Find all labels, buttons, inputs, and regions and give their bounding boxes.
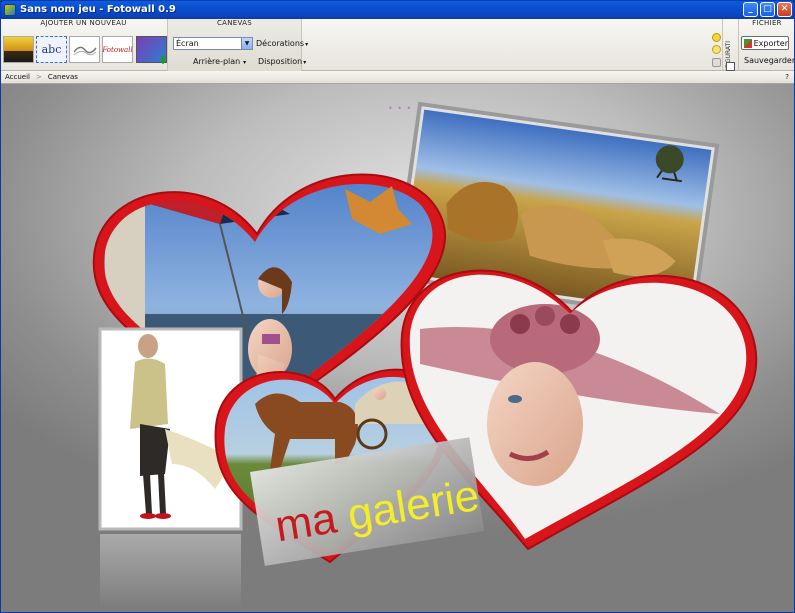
chevron-down-icon[interactable]: ▼ bbox=[241, 38, 252, 49]
file-group-title: FICHIER bbox=[752, 19, 782, 27]
title-bar: Sans nom jeu - Fotowall 0.9 _ □ ✕ bbox=[0, 0, 795, 19]
breadcrumb-canvas[interactable]: Canevas bbox=[48, 71, 78, 83]
view-mode-value: Écran bbox=[176, 39, 199, 48]
view-mode-select[interactable]: Écran ▼ bbox=[173, 37, 253, 50]
help-icon[interactable]: ? bbox=[785, 71, 789, 83]
caret-down-icon: ▾ bbox=[241, 59, 247, 66]
maximize-button[interactable]: □ bbox=[760, 2, 775, 17]
breadcrumb-home[interactable]: Accueil bbox=[5, 71, 30, 83]
add-new-group: AJOUTER UN NOUVEAU abc Fotowall ⬇ bbox=[0, 19, 168, 71]
export-button[interactable]: Exporter bbox=[741, 36, 789, 50]
save-button[interactable]: Sauvegarder bbox=[744, 56, 795, 65]
add-text-button[interactable]: abc bbox=[36, 36, 67, 63]
background-menu-button[interactable]: Arrière-plan ▾ bbox=[193, 57, 246, 66]
add-picture-button[interactable] bbox=[3, 36, 34, 63]
canvas-group: CANEVAS Écran ▼ Décorations▾ Arrière-pla… bbox=[168, 19, 308, 71]
add-wordart-button[interactable] bbox=[69, 36, 100, 63]
title-text-ma: ma bbox=[271, 493, 340, 552]
layout-label: Disposition bbox=[258, 57, 303, 66]
canvas-drawing bbox=[92, 101, 758, 609]
decorations-menu-button[interactable]: Décorations▾ bbox=[256, 39, 308, 48]
breadcrumb-separator-icon: > bbox=[36, 73, 42, 81]
app-icon bbox=[4, 3, 16, 16]
lock-icon[interactable] bbox=[712, 58, 721, 67]
woman-back-photo[interactable] bbox=[98, 327, 243, 609]
config-checkbox[interactable] bbox=[726, 62, 735, 71]
breadcrumb: Accueil > Canevas ? bbox=[0, 71, 795, 84]
add-logo-button[interactable]: Fotowall bbox=[102, 36, 133, 63]
canvas-group-title: CANEVAS bbox=[216, 19, 252, 27]
minimize-button[interactable]: _ bbox=[743, 2, 758, 17]
import-button[interactable]: ⬇ bbox=[136, 36, 168, 66]
wordart-icon bbox=[72, 46, 97, 55]
add-group-title: AJOUTER UN NOUVEAU bbox=[40, 19, 127, 27]
decorations-label: Décorations bbox=[256, 39, 305, 48]
window-controls: _ □ ✕ bbox=[743, 2, 792, 17]
lightbulb-icon[interactable] bbox=[712, 45, 721, 54]
window-title: Sans nom jeu - Fotowall 0.9 bbox=[20, 4, 176, 15]
ribbon-toolbar: AJOUTER UN NOUVEAU abc Fotowall ⬇ CANEVA… bbox=[0, 19, 795, 82]
layout-menu-button[interactable]: Disposition▾ bbox=[258, 57, 306, 66]
photo-canvas[interactable]: • • • ma galerie bbox=[0, 84, 795, 613]
export-label: Exporter bbox=[753, 38, 788, 48]
background-label: Arrière-plan bbox=[193, 57, 241, 66]
caret-down-icon: ▾ bbox=[305, 41, 309, 48]
smiley-icon[interactable] bbox=[712, 33, 721, 42]
close-button[interactable]: ✕ bbox=[777, 2, 792, 17]
export-icon bbox=[744, 38, 752, 48]
caret-down-icon: ▾ bbox=[303, 59, 307, 66]
